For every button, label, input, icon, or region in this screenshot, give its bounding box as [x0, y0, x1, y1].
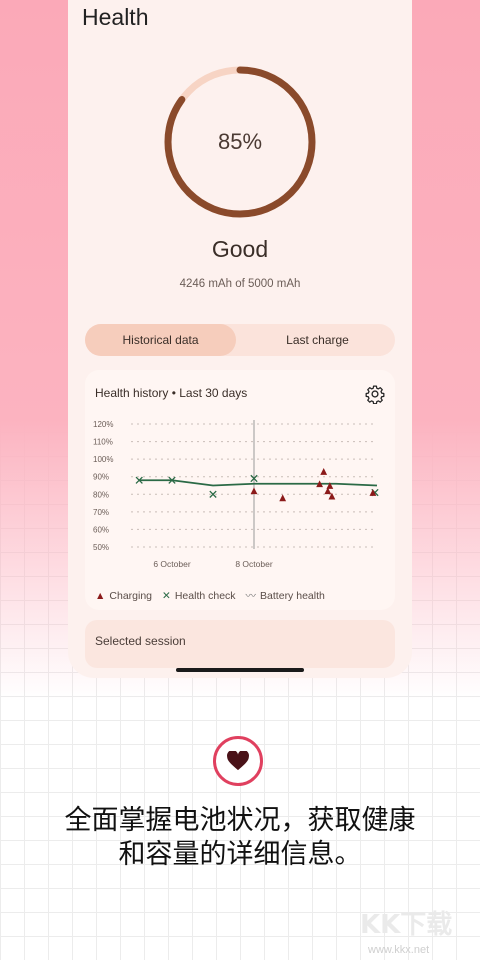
page-title: Health: [82, 4, 149, 30]
charging-point: [320, 468, 328, 475]
y-tick-label: 120%: [93, 420, 113, 429]
legend-charging: ▲ Charging: [95, 590, 152, 602]
capacity-text: 4246 mAh of 5000 mAh: [179, 278, 301, 290]
tab-bar: Historical data Last charge: [85, 324, 395, 356]
cross-icon: ✕: [162, 589, 171, 602]
legend-battery-health-label: Battery health: [260, 590, 325, 602]
health-history-chart: 120% 110% 100% 90% 80% 70% 60% 50% 6 October 8 Oc…: [93, 420, 379, 569]
x-tick-label: 8 October: [235, 559, 272, 569]
y-tick-label: 80%: [93, 490, 109, 499]
legend-battery-health: 〰 Battery health: [246, 588, 325, 603]
chart-legend: ▲ Charging ✕ Health check 〰 Battery health: [95, 588, 325, 603]
y-tick-label: 100%: [93, 455, 113, 464]
y-tick-label: 70%: [93, 508, 109, 517]
health-status: Good: [211, 236, 269, 262]
selected-session-card[interactable]: Selected session: [85, 620, 395, 668]
tab-historical-data[interactable]: Historical data: [85, 324, 236, 356]
legend-charging-label: Charging: [109, 589, 153, 602]
y-tick-label: 110%: [93, 438, 113, 447]
y-tick-label: 60%: [93, 525, 109, 534]
y-tick-label: 50%: [93, 543, 109, 552]
health-percent: 85%: [217, 129, 263, 154]
battery-health-ring: 85%: [162, 64, 318, 220]
charging-point: [250, 487, 258, 495]
health-history-title: Health history • Last 30 days: [95, 386, 248, 400]
legend-health-check-label: Health check: [174, 589, 236, 602]
selected-session-label: Selected session: [95, 634, 186, 648]
heart-icon: [227, 751, 249, 771]
watermark-url: www.kkx.net: [368, 944, 430, 956]
phone-screen: Health 85% Good 4246 mAh of 5000 mAh His…: [68, 0, 412, 678]
legend-health-check: ✕ Health check: [162, 590, 236, 602]
health-history-card: Health history • Last 30 days 120% 110% 10…: [85, 370, 395, 610]
watermark-logo: KK下载: [360, 910, 453, 940]
gear-icon[interactable]: [365, 384, 385, 404]
x-tick-label: 6 October: [153, 559, 190, 569]
heart-badge: [213, 736, 263, 786]
home-indicator[interactable]: [176, 668, 304, 672]
promo-line-2: 和容量的详细信息。: [118, 839, 362, 870]
promo-line-1: 全面掌握电池状况，获取健康: [64, 805, 416, 836]
y-tick-label: 90%: [93, 473, 109, 482]
triangle-icon: ▲: [95, 589, 106, 602]
wave-icon: 〰: [245, 590, 257, 602]
promo-tagline: 全面掌握电池状况，获取健康 和容量的详细信息。: [0, 804, 480, 872]
charging-point: [279, 494, 287, 502]
tab-last-charge[interactable]: Last charge: [240, 324, 395, 356]
